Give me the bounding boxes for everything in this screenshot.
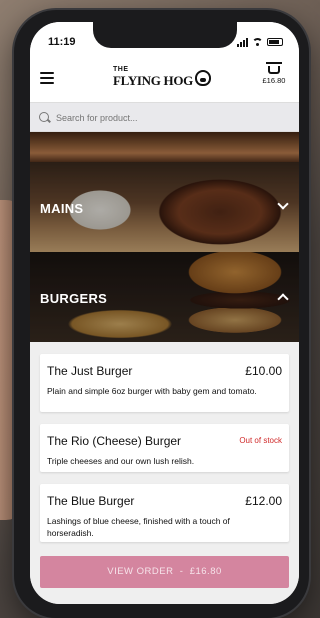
product-price: £12.00 [245, 494, 282, 508]
hog-logo-icon [195, 70, 211, 86]
product-description: Plain and simple 6oz burger with baby ge… [47, 386, 257, 396]
app-header: THE FLYING HOG £16.80 [30, 56, 299, 102]
order-button-separator: - [179, 566, 184, 577]
app-screen: 11:19 THE FLYING HOG £16.80 MAIN [30, 22, 299, 604]
brand-logo[interactable]: THE FLYING HOG [113, 66, 213, 96]
search-bar [30, 102, 299, 132]
phone-notch [93, 22, 237, 48]
category-banner-partial [30, 132, 299, 162]
wifi-icon [252, 38, 263, 46]
signal-icon [237, 37, 248, 47]
battery-icon [267, 38, 283, 46]
product-card[interactable]: The Rio (Cheese) Burger Out of stock Tri… [40, 424, 289, 472]
product-card[interactable]: The Blue Burger £12.00 Lashings of blue … [40, 484, 289, 542]
order-button-total: £16.80 [189, 566, 222, 577]
menu-icon[interactable] [40, 72, 54, 87]
product-name: The Just Burger [47, 364, 133, 378]
view-order-button[interactable]: VIEW ORDER - £16.80 [40, 556, 289, 588]
search-icon [39, 112, 49, 122]
category-label: BURGERS [40, 291, 108, 306]
category-label: MAINS [40, 201, 84, 216]
stock-status-badge: Out of stock [239, 436, 282, 445]
product-card[interactable]: The Just Burger £10.00 Plain and simple … [40, 354, 289, 412]
product-name: The Blue Burger [47, 494, 135, 508]
category-mains[interactable]: MAINS [30, 162, 299, 252]
order-button-label: VIEW ORDER [107, 566, 174, 577]
product-name: The Rio (Cheese) Burger [47, 434, 182, 448]
basket-button[interactable]: £16.80 [259, 62, 289, 85]
product-description: Lashings of blue cheese, finished with a… [47, 516, 230, 538]
status-icons [237, 37, 283, 47]
search-input[interactable] [54, 108, 288, 128]
category-burgers[interactable]: BURGERS [30, 252, 299, 342]
basket-icon [266, 62, 282, 74]
product-price: £10.00 [245, 364, 282, 378]
product-description: Triple cheeses and our own lush relish. [47, 456, 195, 466]
status-time: 11:19 [48, 36, 76, 48]
basket-total: £16.80 [262, 76, 286, 85]
